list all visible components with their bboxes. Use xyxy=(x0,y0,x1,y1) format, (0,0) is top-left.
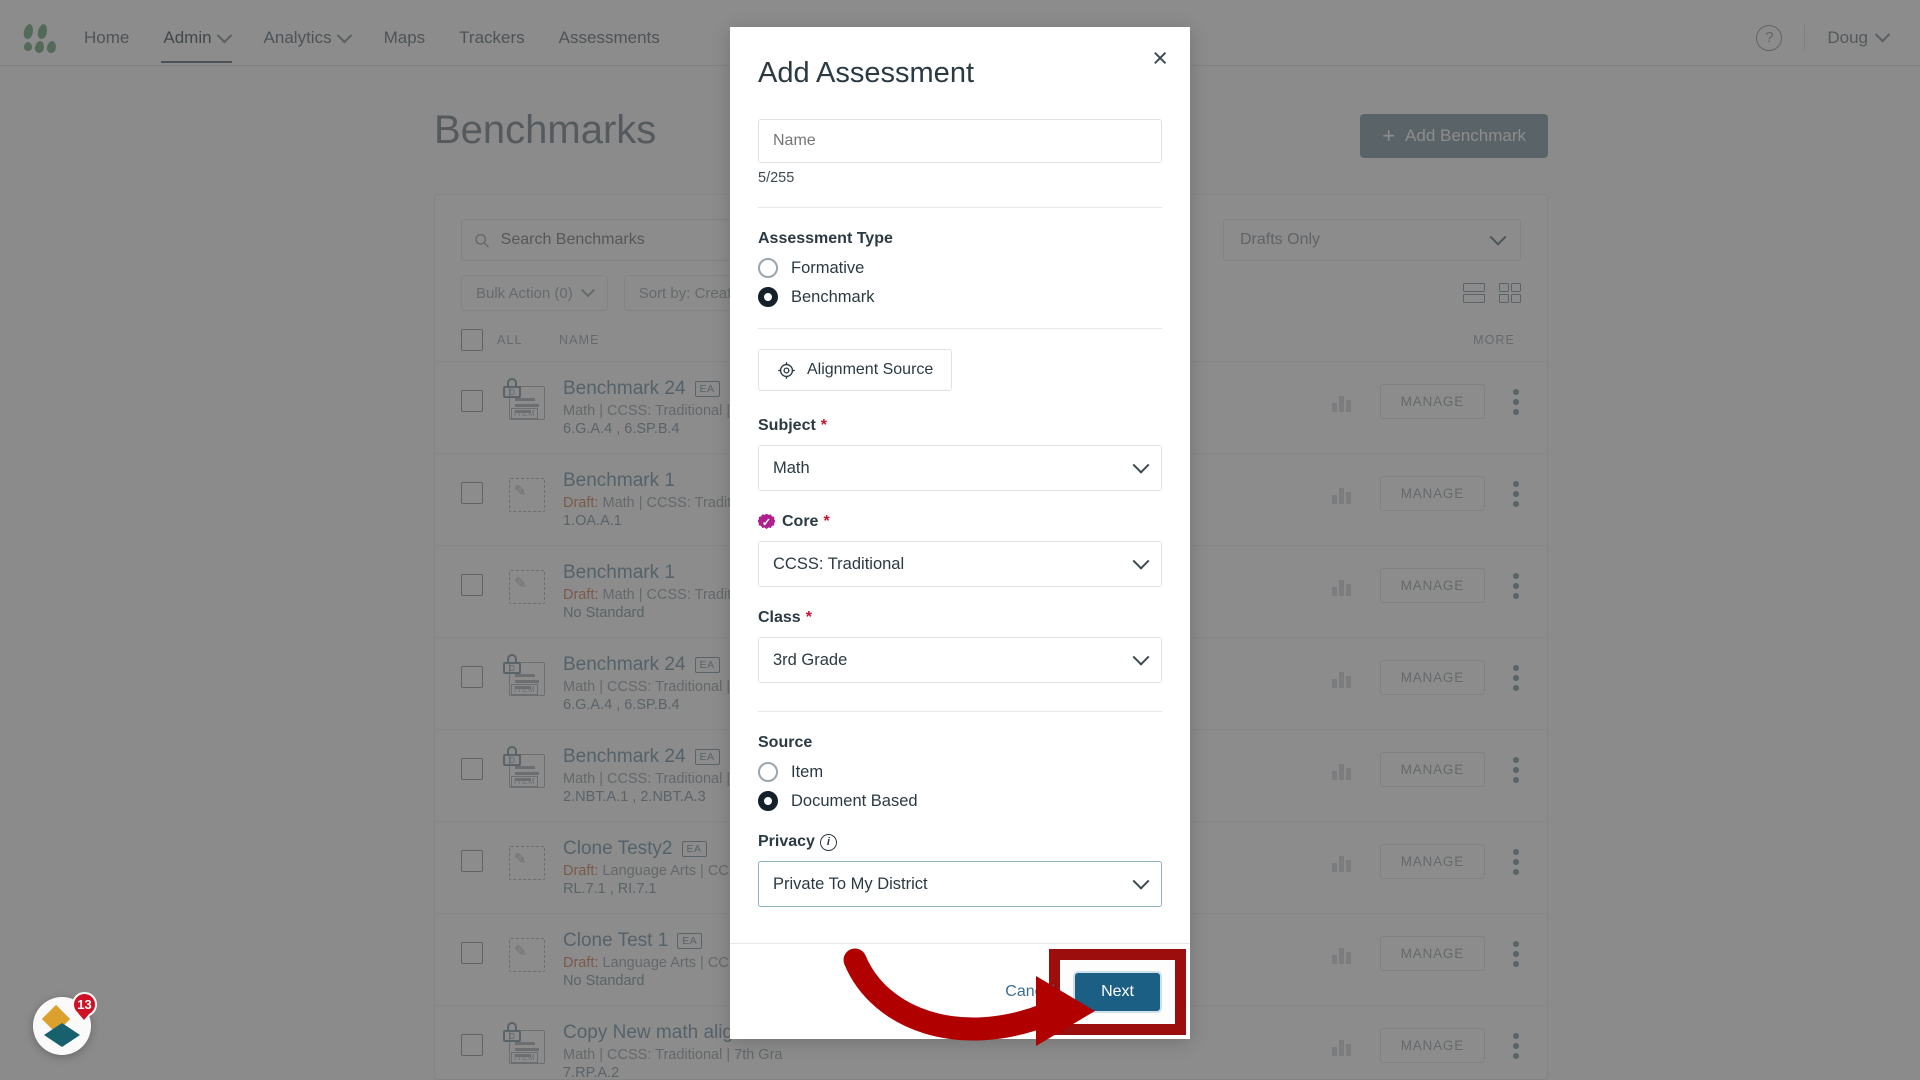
core-value: CCSS: Traditional xyxy=(773,554,905,573)
radio-circle-icon xyxy=(758,258,778,278)
chat-unread-badge: 13 xyxy=(72,992,97,1020)
assessment-type-label: Assessment Type xyxy=(758,230,1162,248)
radio-circle-icon xyxy=(758,762,778,782)
modal-title: Add Assessment xyxy=(758,56,974,89)
chevron-down-icon xyxy=(1132,552,1150,570)
required-asterisk: * xyxy=(823,513,830,530)
class-label-text: Class xyxy=(758,609,801,626)
chevron-down-icon xyxy=(1132,872,1150,890)
radio-document-based[interactable]: Document Based xyxy=(758,791,1162,811)
radio-benchmark[interactable]: Benchmark xyxy=(758,287,1162,307)
assessment-type-label-text: Assessment Type xyxy=(758,230,893,247)
name-char-counter: 5/255 xyxy=(758,170,795,186)
assessment-name-input[interactable] xyxy=(758,119,1162,163)
divider xyxy=(758,207,1162,208)
chat-widget-button[interactable]: 13 xyxy=(33,992,97,1055)
cancel-button[interactable]: Cancel xyxy=(1005,983,1055,1001)
next-button[interactable]: Next xyxy=(1073,970,1162,1013)
class-value: 3rd Grade xyxy=(773,650,848,669)
radio-label: Benchmark xyxy=(791,287,875,306)
alignment-source-button[interactable]: Alignment Source xyxy=(758,349,953,391)
required-asterisk: * xyxy=(820,417,828,434)
next-button-wrapper: Next xyxy=(1049,948,1186,1035)
add-assessment-modal: Add Assessment × 5/255 Assessment Type F… xyxy=(730,27,1190,1039)
modal-header: Add Assessment × xyxy=(730,27,1190,119)
source-label: Source xyxy=(758,734,1162,752)
close-icon[interactable]: × xyxy=(1152,45,1168,72)
subject-label: Subject * xyxy=(758,417,1162,435)
core-select[interactable]: CCSS: Traditional xyxy=(758,541,1162,587)
verified-badge-icon: ✓ xyxy=(758,513,775,530)
divider xyxy=(758,711,1162,712)
radio-item[interactable]: Item xyxy=(758,762,1162,782)
radio-label: Item xyxy=(791,762,824,781)
modal-body: 5/255 Assessment Type Formative Benchmar… xyxy=(730,119,1190,943)
privacy-value: Private To My District xyxy=(773,874,928,893)
core-label: ✓ Core * xyxy=(758,513,1162,531)
privacy-select[interactable]: Private To My District xyxy=(758,861,1162,907)
radio-circle-selected-icon xyxy=(758,287,778,307)
subject-value: Math xyxy=(773,458,810,477)
chevron-down-icon xyxy=(1132,456,1150,474)
radio-formative[interactable]: Formative xyxy=(758,258,1162,278)
class-label: Class * xyxy=(758,609,1162,627)
info-icon[interactable]: i xyxy=(819,833,837,851)
radio-label: Document Based xyxy=(791,791,918,810)
app-root: Home Admin Analytics Maps Trackers Asses… xyxy=(0,0,1920,1080)
chevron-down-icon xyxy=(1132,648,1150,666)
radio-circle-selected-icon xyxy=(758,791,778,811)
divider xyxy=(758,328,1162,329)
class-select[interactable]: 3rd Grade xyxy=(758,637,1162,683)
subject-select[interactable]: Math xyxy=(758,445,1162,491)
required-asterisk: * xyxy=(805,609,812,626)
privacy-label: Privacy i xyxy=(758,833,1162,851)
source-label-text: Source xyxy=(758,734,813,751)
radio-label: Formative xyxy=(791,258,865,277)
subject-label-text: Subject xyxy=(758,417,816,434)
alignment-source-label: Alignment Source xyxy=(807,361,934,378)
privacy-label-text: Privacy xyxy=(758,833,815,850)
target-icon xyxy=(778,361,795,379)
modal-footer: Cancel Next xyxy=(730,943,1190,1039)
core-label-text: Core xyxy=(782,513,819,530)
